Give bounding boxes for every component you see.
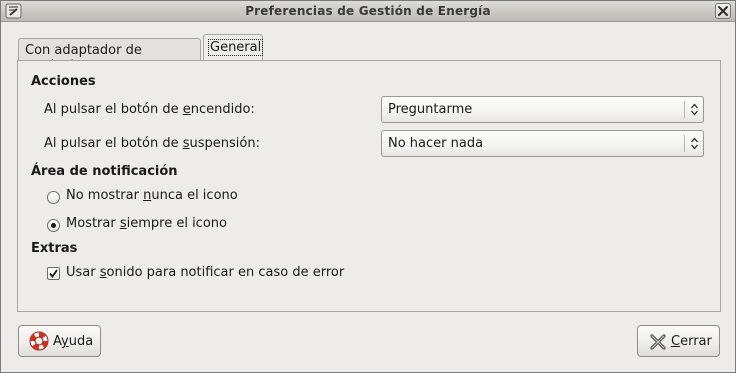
- window-close-button[interactable]: [715, 3, 731, 19]
- label-text: Al pulsar el botón de: [44, 136, 183, 151]
- section-heading-notificacion: Área de notificación: [31, 164, 178, 179]
- label-text: errar: [680, 334, 712, 349]
- label-text: iempre el icono: [126, 216, 227, 231]
- selected-value: No hacer nada: [388, 136, 484, 151]
- label-text: uda: [68, 334, 94, 349]
- label-text: onido para notificar en caso de error: [106, 265, 345, 280]
- label-text: ncendido:: [190, 102, 255, 117]
- label-text: No mostrar: [66, 188, 144, 203]
- updown-arrows-icon: [691, 137, 698, 150]
- tab-label: General: [208, 39, 264, 56]
- radio-never-label[interactable]: No mostrar nunca el icono: [66, 188, 238, 203]
- close-button[interactable]: Cerrar: [637, 325, 720, 357]
- mnemonic: y: [61, 334, 69, 349]
- checkmark-icon: [49, 269, 58, 278]
- label-text: unca el icono: [151, 188, 238, 203]
- mnemonic: s: [182, 136, 190, 151]
- mnemonic: s: [99, 265, 107, 280]
- radio-never-show-icon[interactable]: [47, 191, 60, 204]
- title-bar[interactable]: Preferencias de Gestión de Energía: [1, 1, 735, 22]
- label-text: uspensión:: [189, 136, 260, 151]
- combo-separator: [684, 101, 685, 118]
- updown-arrows-icon: [691, 103, 698, 116]
- help-button[interactable]: Ayuda: [18, 325, 101, 357]
- radio-always-show-icon[interactable]: [47, 219, 60, 232]
- section-heading-acciones: Acciones: [31, 74, 96, 89]
- sound-on-error-label[interactable]: Usar sonido para notificar en caso de er…: [66, 265, 344, 280]
- mnemonic: C: [671, 334, 681, 349]
- power-button-action-select[interactable]: Preguntarme: [381, 96, 704, 123]
- tab-general[interactable]: General: [203, 34, 264, 61]
- mnemonic: s: [119, 216, 127, 231]
- window-title: Preferencias de Gestión de Energía: [245, 4, 491, 18]
- label-text: Mostrar: [66, 216, 120, 231]
- sound-on-error-checkbox[interactable]: [47, 267, 60, 280]
- label-text: A: [53, 334, 62, 349]
- label-text: Al pulsar el botón de: [44, 102, 183, 117]
- close-icon: [718, 6, 728, 16]
- selected-value: Preguntarme: [388, 102, 473, 117]
- help-button-label: Ayuda: [53, 334, 93, 349]
- mnemonic: e: [182, 102, 191, 117]
- close-x-icon: [650, 334, 666, 350]
- label-text: Usar: [66, 265, 100, 280]
- close-button-label: Cerrar: [671, 334, 712, 349]
- radio-always-label[interactable]: Mostrar siempre el icono: [66, 216, 227, 231]
- power-button-label: Al pulsar el botón de encendido:: [44, 102, 255, 117]
- power-preferences-window: Preferencias de Gestión de Energía Con a…: [0, 0, 736, 373]
- combo-separator: [684, 135, 685, 152]
- suspend-button-label: Al pulsar el botón de suspensión:: [44, 136, 260, 151]
- tab-con-adaptador[interactable]: Con adaptador de corriente: [18, 38, 201, 73]
- section-heading-extras: Extras: [31, 241, 78, 256]
- suspend-button-action-select[interactable]: No hacer nada: [381, 130, 704, 157]
- lifebuoy-icon: [29, 331, 49, 351]
